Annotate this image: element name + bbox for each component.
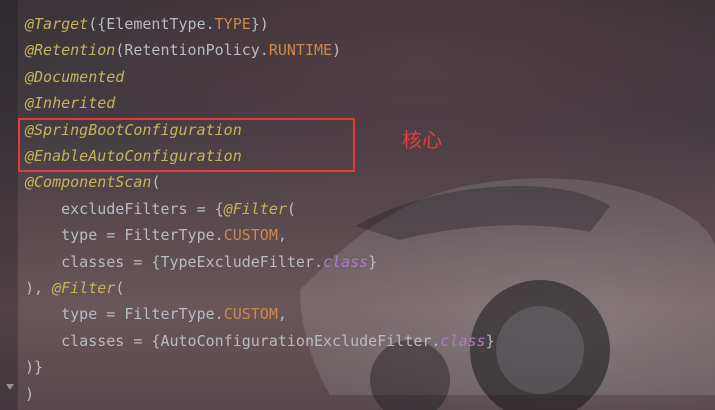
code-token: @Filter (52, 279, 116, 297)
code-token: } (368, 252, 378, 271)
code-token: }) (250, 15, 269, 33)
code-line: classes = {AutoConfigurationExcludeFilte… (25, 328, 495, 354)
annotation-note: 核心 (402, 128, 442, 152)
code-token: TYPE (214, 15, 251, 33)
code-line: @Target({ElementType.TYPE}) (25, 11, 269, 37)
code-line: excludeFilters = {@Filter( (25, 196, 296, 222)
code-token: , (277, 226, 287, 245)
code-token: ) (332, 41, 342, 60)
code-line: ), @Filter( (25, 275, 124, 301)
code-token: classes = {TypeExcludeFilter. (25, 252, 324, 271)
highlight-box (18, 118, 355, 172)
code-token: type = FilterType. (25, 226, 224, 245)
code-line: type = FilterType.CUSTOM, (25, 301, 287, 327)
editor-gutter (0, 0, 18, 410)
code-token: ) (25, 384, 35, 403)
code-line: ) (25, 381, 34, 407)
code-line: @Retention(RetentionPolicy.RUNTIME) (25, 37, 341, 63)
code-token: type = FilterType. (25, 305, 224, 324)
code-token: ( (151, 173, 161, 192)
code-token: classes = {AutoConfigurationExcludeFilte… (25, 331, 441, 350)
code-token: @Documented (25, 67, 125, 86)
code-token: class (440, 331, 486, 350)
code-token: ( (115, 279, 125, 297)
code-line: classes = {TypeExcludeFilter.class} (25, 249, 377, 275)
code-token: @Inherited (25, 94, 116, 113)
code-line: @ComponentScan( (25, 169, 160, 195)
code-line: )} (25, 354, 43, 380)
code-line: @Inherited (25, 90, 115, 116)
code-token: } (485, 331, 495, 350)
code-token: class (323, 252, 369, 271)
code-token: )} (25, 358, 44, 377)
code-token: @Retention (25, 41, 116, 60)
code-token: (RetentionPolicy. (115, 41, 269, 60)
code-token: CUSTOM (223, 226, 278, 245)
code-line: type = FilterType.CUSTOM, (25, 222, 287, 248)
code-token: @Filter (223, 199, 287, 218)
code-token: CUSTOM (223, 305, 278, 324)
code-token: ({ElementType. (88, 15, 215, 33)
code-token: ( (286, 199, 296, 218)
code-token: excludeFilters = { (25, 199, 224, 218)
code-token: RUNTIME (268, 41, 333, 60)
fold-marker-icon[interactable] (5, 382, 15, 392)
code-line: @Documented (25, 64, 124, 90)
code-token: @ComponentScan (25, 173, 152, 192)
code-editor[interactable]: @Target({ElementType.TYPE}) @Retention(Re… (0, 0, 715, 410)
code-token: ), (25, 279, 53, 297)
code-token: , (277, 305, 287, 324)
code-token: @Target (25, 15, 89, 33)
